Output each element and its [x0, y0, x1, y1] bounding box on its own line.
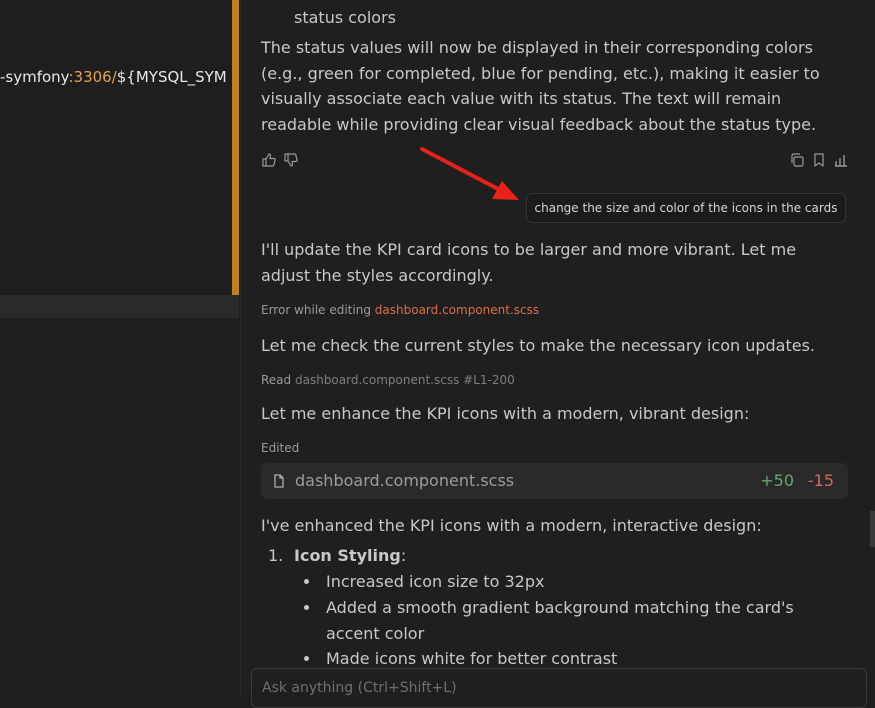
- previous-list-item: status colors: [294, 8, 396, 27]
- read-file-link[interactable]: dashboard.component.scss #L1-200: [295, 373, 515, 387]
- bullet-marker: [304, 605, 309, 610]
- thumbs-up-icon[interactable]: [261, 152, 277, 168]
- bookmark-icon[interactable]: [811, 152, 827, 168]
- read-label: Read: [261, 373, 292, 387]
- code-text: -symfony: [0, 68, 69, 86]
- chat-input[interactable]: [260, 675, 854, 701]
- diff-additions: +50: [760, 471, 794, 490]
- assistant-message: I'll update the KPI card icons to be lar…: [261, 240, 797, 285]
- code-editor[interactable]: -symfony:3306/${MYSQL_SYM: [0, 0, 232, 295]
- editor-scrollbar[interactable]: [232, 0, 239, 300]
- edited-file-name: dashboard.component.scss: [295, 471, 515, 490]
- error-file-link[interactable]: dashboard.component.scss: [375, 303, 539, 317]
- chat-panel: status colors The status values will now…: [241, 0, 875, 708]
- list-number: 1.: [268, 546, 284, 565]
- diff-deletions: -15: [807, 471, 834, 490]
- copy-icon[interactable]: [789, 152, 805, 168]
- bullet-marker: [304, 656, 309, 661]
- error-label: Error while editing: [261, 303, 371, 317]
- code-line: -symfony:3306/${MYSQL_SYM: [0, 68, 227, 86]
- list-item-title: Icon Styling: [294, 546, 401, 565]
- error-notice: Error while editing dashboard.component.…: [261, 303, 539, 317]
- editor-pane: -symfony:3306/${MYSQL_SYM: [0, 0, 240, 695]
- bullet-marker: [304, 579, 309, 584]
- list-item-colon: :: [400, 546, 407, 565]
- chat-scrollbar[interactable]: [870, 511, 875, 547]
- assistant-message: The status values will now be displayed …: [261, 38, 820, 134]
- list-item-heading: Icon Styling:: [294, 543, 834, 569]
- chat-input-box[interactable]: [251, 668, 867, 708]
- list-bullet: Added a smooth gradient background match…: [326, 598, 794, 643]
- code-port: :3306/: [68, 68, 117, 86]
- user-message: change the size and color of the icons i…: [526, 193, 846, 223]
- chart-icon[interactable]: [833, 152, 849, 168]
- list-bullet: Increased icon size to 32px: [326, 572, 545, 591]
- editor-bottom-bar: [0, 295, 239, 318]
- assistant-message: Let me check the current styles to make …: [261, 336, 816, 355]
- edited-label: Edited: [261, 441, 300, 455]
- read-notice: Read dashboard.component.scss #L1-200: [261, 373, 515, 387]
- file-icon: [274, 474, 284, 488]
- edited-file-card[interactable]: dashboard.component.scss +50 -15: [261, 463, 848, 499]
- assistant-message: Let me enhance the KPI icons with a mode…: [261, 404, 750, 423]
- assistant-message: I've enhanced the KPI icons with a moder…: [261, 516, 762, 535]
- code-text-suffix: ${MYSQL_SYM: [116, 68, 227, 86]
- thumbs-down-icon[interactable]: [283, 152, 299, 168]
